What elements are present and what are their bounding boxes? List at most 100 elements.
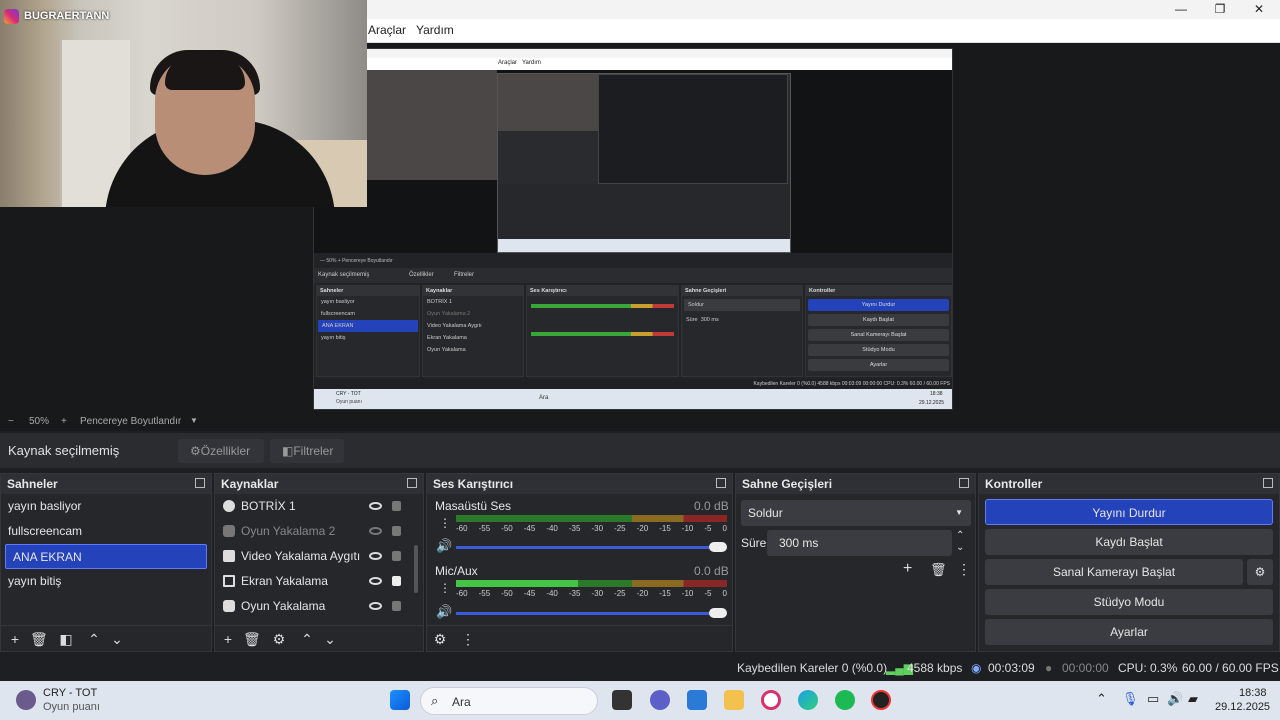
dock-float-icon[interactable] — [195, 478, 205, 488]
start-virtual-camera-button[interactable]: Sanal Kamerayı Başlat — [985, 559, 1243, 585]
scene-item-selected[interactable]: ANA EKRAN — [5, 544, 207, 569]
source-item[interactable]: Oyun Yakalama — [215, 594, 423, 619]
spin-up-icon[interactable]: ⌃ — [956, 530, 964, 541]
advanced-audio-icon[interactable]: ⚙ — [432, 632, 448, 646]
music-widget-icon[interactable] — [16, 690, 36, 710]
source-item[interactable]: Video Yakalama Aygıtı — [215, 544, 423, 569]
scrollbar[interactable] — [414, 545, 418, 593]
edge-icon[interactable] — [798, 690, 818, 710]
source-item[interactable]: Oyun Yakalama 2 — [215, 519, 423, 544]
trash-icon[interactable]: 🗑 — [30, 632, 48, 646]
mirror-btn-settings: Ayarlar — [808, 359, 949, 371]
eye-icon[interactable] — [369, 502, 382, 510]
kebab-menu-icon[interactable]: ⋮ — [460, 632, 476, 646]
eye-hidden-icon[interactable] — [369, 527, 382, 535]
battery-icon[interactable]: ▰ — [1188, 691, 1198, 707]
studio-mode-button[interactable]: Stüdyo Modu — [985, 589, 1273, 615]
zoom-out-button[interactable]: − — [8, 416, 14, 427]
chevron-up-icon[interactable]: ⌃ — [86, 632, 102, 646]
filters-button[interactable]: ◧Filtreler — [270, 439, 344, 463]
maximize-button[interactable]: ❐ — [1200, 0, 1240, 19]
volume-icon[interactable]: 🔊 — [1167, 691, 1183, 707]
close-button[interactable]: ✕ — [1239, 0, 1279, 19]
lock-icon[interactable] — [392, 526, 401, 536]
volume-slider[interactable] — [456, 612, 718, 615]
dock-float-icon[interactable] — [959, 478, 969, 488]
transitions-header: Sahne Geçişleri — [736, 474, 975, 494]
lock-icon[interactable] — [392, 601, 401, 611]
trash-icon[interactable]: 🗑 — [243, 632, 261, 646]
add-icon[interactable]: + — [7, 632, 23, 646]
source-item[interactable]: Ekran Yakalama — [215, 569, 423, 594]
store-icon[interactable] — [687, 690, 707, 710]
windows-start-icon[interactable] — [390, 690, 410, 710]
minimize-button[interactable]: — — [1161, 0, 1201, 19]
zoom-bar: − 50% + Pencereye Boyutlandır ▼ — [0, 413, 1280, 431]
dock-float-icon[interactable] — [1263, 478, 1273, 488]
dropped-frames: Kaybedilen Kareler 0 (%0.0) — [737, 661, 888, 675]
menu-tools[interactable]: Araçlar — [368, 23, 406, 37]
volume-slider[interactable] — [456, 546, 718, 549]
mirror-nested-canvas — [497, 73, 791, 253]
folder-icon[interactable] — [724, 690, 744, 710]
gear-icon[interactable]: ⚙ — [271, 632, 287, 646]
microphone-icon[interactable]: 🎙 — [1122, 691, 1139, 707]
scene-item[interactable]: yayın bitiş — [1, 569, 211, 594]
spotify-icon[interactable] — [835, 690, 855, 710]
mirror-sources-title: Kaynaklar — [423, 286, 523, 296]
stop-stream-button[interactable]: Yayını Durdur — [985, 499, 1273, 525]
clock-time[interactable]: 18:38 — [1239, 687, 1267, 699]
chevron-down-icon[interactable]: ⌄ — [322, 632, 338, 646]
virtual-camera-settings-gear-icon[interactable]: ⚙ — [1247, 559, 1273, 585]
sources-header: Kaynaklar — [215, 474, 423, 494]
taskbar-search[interactable]: ⌕ Ara — [420, 687, 598, 715]
menu-help[interactable]: Yardım — [416, 23, 454, 37]
properties-button[interactable]: ⚙Özellikler — [178, 439, 264, 463]
preview-canvas[interactable]: Araçlar Yardım — 50% + Pencereye Boyutla… — [313, 48, 953, 410]
chevron-down-icon[interactable]: ⌄ — [109, 632, 125, 646]
search-icon: ⌕ — [431, 693, 439, 708]
zoom-dropdown-icon[interactable]: ▼ — [190, 416, 198, 425]
source-item[interactable]: BOTRİX 1 — [215, 494, 423, 519]
mirror-sources-dock: Kaynaklar BOTRİX 1 Oyun Yakalama 2 Video… — [422, 285, 524, 377]
eye-icon[interactable] — [369, 602, 382, 610]
start-recording-button[interactable]: Kaydı Başlat — [985, 529, 1273, 555]
lock-icon[interactable] — [392, 551, 401, 561]
eye-icon[interactable] — [369, 577, 382, 585]
zoom-in-button[interactable]: + — [61, 416, 67, 427]
dock-float-icon[interactable] — [716, 478, 726, 488]
chevron-up-icon[interactable]: ⌃ — [299, 632, 315, 646]
obs-icon[interactable] — [871, 690, 891, 710]
kebab-menu-icon[interactable]: ⋮ — [439, 516, 451, 530]
chat-icon[interactable] — [650, 690, 670, 710]
task-view-icon[interactable] — [612, 690, 632, 710]
speaker-icon[interactable]: 🔊 — [436, 604, 452, 620]
duration-input[interactable]: 300 ms — [767, 530, 952, 556]
chevron-up-icon[interactable]: ⌃ — [1096, 691, 1107, 707]
transition-select[interactable]: Soldur ▼ — [741, 500, 971, 526]
fit-to-window[interactable]: Pencereye Boyutlandır — [80, 416, 181, 427]
volume-slider-handle[interactable] — [709, 542, 727, 552]
dock-float-icon[interactable] — [407, 478, 417, 488]
network-icon[interactable]: ▭ — [1147, 691, 1159, 707]
scenes-footer: + 🗑 ◧ ⌃ ⌄ — [1, 625, 211, 651]
gamepad-icon — [223, 600, 235, 612]
lock-icon[interactable] — [392, 501, 401, 511]
opera-icon[interactable] — [761, 690, 781, 710]
lock-icon[interactable] — [392, 576, 401, 586]
eye-icon[interactable] — [369, 552, 382, 560]
scene-item[interactable]: yayın basliyor — [1, 494, 211, 519]
kebab-menu-icon[interactable]: ⋮ — [957, 561, 971, 578]
volume-slider-handle[interactable] — [709, 608, 727, 618]
add-icon[interactable]: + — [220, 632, 236, 646]
scene-transitions-dock: Sahne Geçişleri Soldur ▼ Süre 300 ms ⌃ ⌄… — [735, 473, 976, 652]
clock-date[interactable]: 29.12.2025 — [1215, 701, 1270, 713]
filter-icon[interactable]: ◧ — [58, 632, 74, 646]
add-icon[interactable]: + — [903, 560, 912, 578]
spin-down-icon[interactable]: ⌄ — [956, 542, 964, 553]
settings-button[interactable]: Ayarlar — [985, 619, 1273, 645]
trash-icon[interactable]: 🗑 — [930, 562, 947, 578]
scene-item[interactable]: fullscreencam — [1, 519, 211, 544]
kebab-menu-icon[interactable]: ⋮ — [439, 581, 451, 595]
speaker-icon[interactable]: 🔊 — [436, 538, 452, 554]
